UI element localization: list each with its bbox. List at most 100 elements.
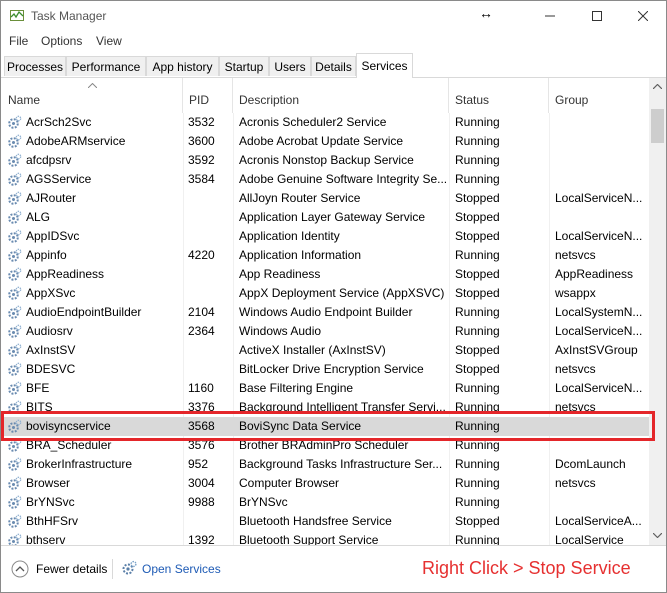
table-row[interactable]: BRA_Scheduler 3576 Brother BRAdminPro Sche… (2, 436, 649, 455)
column-header-description[interactable]: Description (233, 78, 449, 113)
table-row[interactable]: AppReadiness App Readiness Stopped AppReadi… (2, 265, 649, 284)
service-gear-icon (8, 305, 22, 319)
service-pid: 1392 (188, 533, 215, 545)
scroll-up-icon[interactable] (653, 84, 662, 89)
fewer-details-link[interactable]: Fewer details (36, 562, 107, 576)
service-gear-icon (8, 210, 22, 224)
vertical-scrollbar[interactable] (649, 78, 666, 545)
tab-performance[interactable]: Performance (66, 56, 146, 76)
column-header-pid[interactable]: PID (183, 78, 233, 113)
service-name: AppReadiness (26, 267, 105, 281)
service-gear-icon (8, 476, 22, 490)
service-group: netsvcs (555, 248, 596, 262)
table-row[interactable]: BDESVC BitLocker Drive Encryption Service… (2, 360, 649, 379)
table-row[interactable]: afcdpsrv 3592 Acronis Nonstop Backup Servi… (2, 151, 649, 170)
column-header-name[interactable]: Name (2, 78, 183, 113)
table-row[interactable]: BFE 1160 Base Filtering Engine Running Local… (2, 379, 649, 398)
scroll-down-icon[interactable] (653, 533, 662, 538)
service-status: Running (455, 305, 500, 319)
service-group: wsappx (555, 286, 596, 300)
service-pid: 4220 (188, 248, 215, 262)
column-header-group[interactable]: Group (549, 78, 649, 113)
service-description: Application Identity (239, 229, 340, 243)
table-row[interactable]: AdobeARMservice 3600 Adobe Acrobat Update … (2, 132, 649, 151)
service-pid: 3584 (188, 172, 215, 186)
service-name: BFE (26, 381, 50, 395)
table-row[interactable]: Browser 3004 Computer Browser Running netsvc… (2, 474, 649, 493)
service-gear-icon (8, 495, 22, 509)
sort-ascending-icon (88, 83, 97, 88)
service-description: Base Filtering Engine (239, 381, 354, 395)
table-row[interactable]: AcrSch2Svc 3532 Acronis Scheduler2 Service… (2, 113, 649, 132)
service-name: BDESVC (26, 362, 76, 376)
service-description: Acronis Scheduler2 Service (239, 115, 387, 129)
tab-details[interactable]: Details (311, 56, 356, 76)
tab-app-history[interactable]: App history (146, 56, 219, 76)
service-name: BthHFSrv (26, 514, 79, 528)
service-name: BrYNSvc (26, 495, 75, 509)
maximize-button[interactable] (574, 1, 620, 31)
service-gear-icon (8, 191, 22, 205)
service-description: Bluetooth Support Service (239, 533, 379, 545)
chevron-up-circle-icon[interactable] (11, 560, 29, 578)
service-status: Running (455, 476, 500, 490)
service-status: Running (455, 134, 500, 148)
menu-options[interactable]: Options (41, 34, 82, 48)
minimize-button[interactable] (527, 1, 573, 31)
title-bar[interactable]: Task Manager ↔ (1, 1, 666, 31)
table-row[interactable]: BITS 3376 Background Intelligent Transfer … (2, 398, 649, 417)
service-description: Application Information (239, 248, 362, 262)
tab-services[interactable]: Services (356, 53, 413, 78)
service-name: AppXSvc (26, 286, 76, 300)
open-services-link[interactable]: Open Services (142, 562, 221, 576)
tab-processes[interactable]: Processes (4, 56, 66, 76)
table-row[interactable]: AxInstSV ActiveX Installer (AxInstSV) Stop… (2, 341, 649, 360)
service-gear-icon (8, 419, 22, 433)
services-gear-icon[interactable] (121, 560, 137, 576)
service-name: bovisyncservice (26, 419, 111, 433)
scrollbar-thumb[interactable] (651, 109, 664, 143)
minimize-icon (545, 15, 555, 17)
table-row[interactable]: AppXSvc AppX Deployment Service (AppXSVC)… (2, 284, 649, 303)
task-manager-icon (10, 10, 24, 21)
table-row[interactable]: BthHFSrv Bluetooth Handsfree Service Stopp… (2, 512, 649, 531)
table-row[interactable]: AppIDSvc Application Identity Stopped Local… (2, 227, 649, 246)
table-row[interactable]: BrYNSvc 9988 BrYNSvc Running (2, 493, 649, 512)
service-status: Stopped (455, 191, 500, 205)
close-button[interactable] (620, 1, 666, 31)
table-row[interactable]: ALG Application Layer Gateway Service Stop… (2, 208, 649, 227)
tab-users[interactable]: Users (269, 56, 311, 76)
table-row[interactable]: BrokerInfrastructure 952 Background Tasks … (2, 455, 649, 474)
menu-bar: File Options View (1, 31, 666, 52)
table-row[interactable]: AGSService 3584 Adobe Genuine Software Int… (2, 170, 649, 189)
column-name-label: Name (8, 93, 41, 107)
column-header-status[interactable]: Status (449, 78, 549, 113)
service-group: netsvcs (555, 476, 596, 490)
tab-startup[interactable]: Startup (219, 56, 269, 76)
service-group: LocalServiceN... (555, 191, 643, 205)
table-row-selected[interactable]: bovisyncservice 3568 BoviSync Data Service… (2, 417, 649, 436)
table-row[interactable]: Appinfo 4220 Application Information Runnin… (2, 246, 649, 265)
footer-separator (112, 559, 113, 579)
service-description: Computer Browser (239, 476, 340, 490)
service-pid: 3376 (188, 400, 215, 414)
service-description: Background Intelligent Transfer Servi... (239, 400, 446, 414)
service-name: AJRouter (26, 191, 77, 205)
service-gear-icon (8, 324, 22, 338)
menu-file[interactable]: File (9, 34, 28, 48)
table-row[interactable]: bthserv 1392 Bluetooth Support Service Runn… (2, 531, 649, 545)
menu-view[interactable]: View (96, 34, 122, 48)
service-status: Stopped (455, 514, 500, 528)
service-pid: 3568 (188, 419, 215, 433)
service-gear-icon (8, 438, 22, 452)
service-status: Running (455, 438, 500, 452)
service-gear-icon (8, 400, 22, 414)
service-gear-icon (8, 533, 22, 545)
service-gear-icon (8, 153, 22, 167)
service-group: AppReadiness (555, 267, 634, 281)
table-row[interactable]: AJRouter AllJoyn Router Service Stopped Loc… (2, 189, 649, 208)
table-row[interactable]: AudioEndpointBuilder 2104 Windows Audio En… (2, 303, 649, 322)
service-group: LocalService (555, 533, 624, 545)
service-pid: 3592 (188, 153, 215, 167)
table-row[interactable]: Audiosrv 2364 Windows Audio Running LocalSer… (2, 322, 649, 341)
